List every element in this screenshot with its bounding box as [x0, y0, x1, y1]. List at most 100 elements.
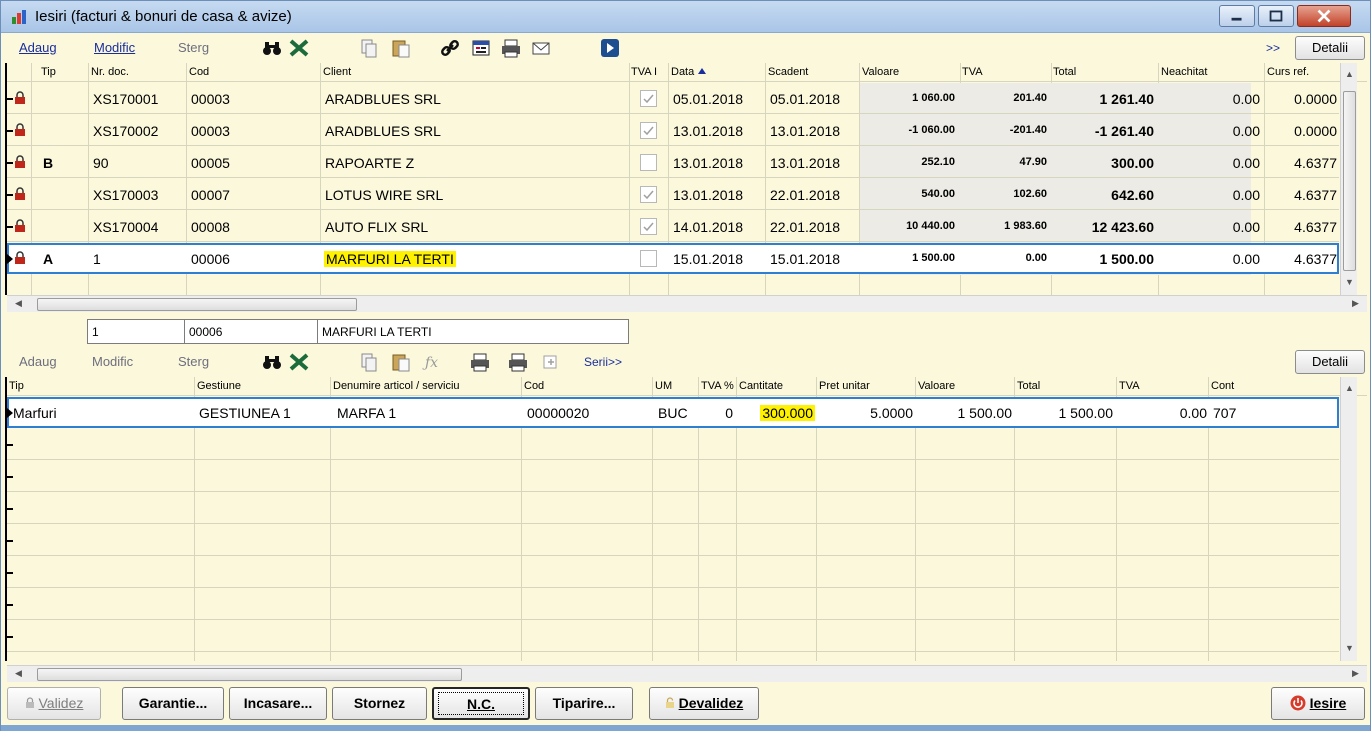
scroll-down-icon[interactable]: ▼ [1345, 643, 1354, 653]
col-tip[interactable]: Tip [9, 380, 24, 392]
col-neachitat[interactable]: Neachitat [1161, 66, 1207, 78]
table-row-selected[interactable]: Marfuri GESTIUNEA 1 MARFA 1 00000020 BUC… [7, 397, 1339, 428]
col-tva-i[interactable]: TVA I [631, 66, 657, 78]
details-button-lines[interactable]: Detalii [1295, 350, 1365, 374]
scroll-up-icon[interactable]: ▲ [1345, 383, 1354, 393]
excel-export-icon[interactable] [288, 37, 310, 59]
more-link[interactable]: >> [1266, 41, 1280, 55]
col-denumire[interactable]: Denumire articol / serviciu [333, 380, 460, 392]
link-icon[interactable] [439, 37, 461, 59]
table-row[interactable]: XS170001 00003 ARADBLUES SRL 05.01.2018 … [7, 83, 1339, 114]
scroll-right-icon[interactable]: ▶ [1352, 668, 1359, 679]
col-tva[interactable]: TVA [962, 66, 983, 78]
email-icon[interactable] [530, 37, 552, 59]
col-curs-ref[interactable]: Curs ref. [1267, 66, 1309, 78]
col-tva[interactable]: TVA [1119, 380, 1140, 392]
table-row[interactable]: XS170003 00007 LOTUS WIRE SRL 13.01.2018… [7, 179, 1339, 210]
tva-i-checkbox[interactable] [640, 218, 657, 235]
col-cont[interactable]: Cont [1211, 380, 1234, 392]
col-tva-pct[interactable]: TVA % [701, 380, 734, 392]
stornez-button[interactable]: Stornez [332, 687, 427, 720]
print-preview-icon[interactable] [507, 351, 529, 373]
cell-cod: 00007 [191, 187, 230, 203]
documents-vertical-scrollbar[interactable]: ▲ ▼ [1340, 63, 1357, 295]
formula-icon[interactable]: ƒx [422, 351, 444, 373]
minimize-button[interactable] [1219, 5, 1255, 27]
incasare-button[interactable]: Incasare... [229, 687, 327, 720]
binoculars-icon[interactable] [261, 351, 283, 373]
scroll-down-icon[interactable]: ▼ [1345, 277, 1354, 287]
iesire-button[interactable]: Iesire [1271, 687, 1365, 720]
col-cod[interactable]: Cod [524, 380, 544, 392]
modify-line-link[interactable]: Modific [92, 354, 133, 369]
tva-i-checkbox[interactable] [640, 250, 657, 267]
empty-row [7, 621, 1339, 652]
tiparire-button[interactable]: Tiparire... [535, 687, 633, 720]
validez-button[interactable]: Validez [7, 687, 101, 720]
col-tip[interactable]: Tip [41, 66, 56, 78]
tva-i-checkbox[interactable] [640, 90, 657, 107]
cell-scadent: 22.01.2018 [770, 219, 841, 235]
col-valoare[interactable]: Valoare [918, 380, 955, 392]
tva-i-checkbox[interactable] [640, 122, 657, 139]
scroll-left-icon[interactable]: ◀ [15, 298, 22, 309]
delete-line-link[interactable]: Sterg [178, 354, 209, 369]
serii-link[interactable]: Serii>> [584, 355, 622, 369]
binoculars-icon[interactable] [261, 37, 283, 59]
paste-icon[interactable] [390, 351, 412, 373]
col-total[interactable]: Total [1053, 66, 1076, 78]
col-total[interactable]: Total [1017, 380, 1040, 392]
maximize-button[interactable] [1258, 5, 1294, 27]
col-gestiune[interactable]: Gestiune [197, 380, 241, 392]
paste-icon[interactable] [390, 37, 412, 59]
documents-toolbar: Adaug Modific Sterg >> Detalii [1, 34, 1370, 62]
scroll-thumb[interactable] [37, 668, 462, 681]
add-document-link[interactable]: Adaug [19, 40, 57, 55]
excel-export-icon[interactable] [288, 351, 310, 373]
print-icon[interactable] [469, 351, 491, 373]
add-line-link[interactable]: Adaug [19, 354, 57, 369]
series-icon[interactable] [539, 351, 561, 373]
lines-grid-header: Tip Gestiune Denumire articol / serviciu… [7, 377, 1367, 396]
print-icon[interactable] [500, 37, 522, 59]
scroll-thumb[interactable] [37, 298, 357, 311]
table-row-selected[interactable]: A 1 00006 MARFURI LA TERTI 15.01.2018 15… [7, 243, 1339, 274]
cell-cod: 00003 [191, 123, 230, 139]
documents-grid: Tip Nr. doc. Cod Client TVA I Data Scade… [5, 63, 1367, 295]
delete-document-link[interactable]: Sterg [178, 40, 209, 55]
tva-i-checkbox[interactable] [640, 154, 657, 171]
scroll-up-icon[interactable]: ▲ [1345, 69, 1354, 79]
col-cantitate[interactable]: Cantitate [739, 380, 783, 392]
documents-horizontal-scrollbar[interactable]: ◀ ▶ [7, 295, 1367, 312]
copy-icon[interactable] [358, 37, 380, 59]
table-row[interactable]: B 90 00005 RAPOARTE Z 13.01.2018 13.01.2… [7, 147, 1339, 178]
col-um[interactable]: UM [655, 380, 672, 392]
power-icon [1290, 695, 1306, 711]
scroll-right-icon[interactable]: ▶ [1352, 298, 1359, 309]
modify-document-link[interactable]: Modific [94, 40, 135, 55]
col-scadent[interactable]: Scadent [768, 66, 808, 78]
col-cod[interactable]: Cod [189, 66, 209, 78]
cell-tva: 47.90 [1019, 156, 1047, 168]
close-button[interactable] [1297, 5, 1351, 27]
nc-button[interactable]: N.C. [432, 687, 530, 720]
next-icon[interactable] [599, 37, 621, 59]
scroll-left-icon[interactable]: ◀ [15, 668, 22, 679]
col-data[interactable]: Data [671, 66, 707, 78]
report-icon[interactable] [470, 37, 492, 59]
devalidez-button[interactable]: Devalidez [649, 687, 759, 720]
col-pret-unitar[interactable]: Pret unitar [819, 380, 870, 392]
col-client[interactable]: Client [323, 66, 351, 78]
lines-vertical-scrollbar[interactable]: ▲ ▼ [1340, 377, 1357, 661]
tva-i-checkbox[interactable] [640, 186, 657, 203]
lines-horizontal-scrollbar[interactable]: ◀ ▶ [7, 665, 1367, 682]
col-nr-doc[interactable]: Nr. doc. [91, 66, 129, 78]
copy-icon[interactable] [358, 351, 380, 373]
col-valoare[interactable]: Valoare [862, 66, 899, 78]
table-row[interactable]: XS170002 00003 ARADBLUES SRL 13.01.2018 … [7, 115, 1339, 146]
scroll-thumb[interactable] [1343, 91, 1356, 271]
cell-tip: B [43, 155, 54, 171]
garantie-button[interactable]: Garantie... [122, 687, 224, 720]
table-row[interactable]: XS170004 00008 AUTO FLIX SRL 14.01.2018 … [7, 211, 1339, 242]
details-button-top[interactable]: Detalii [1295, 36, 1365, 60]
